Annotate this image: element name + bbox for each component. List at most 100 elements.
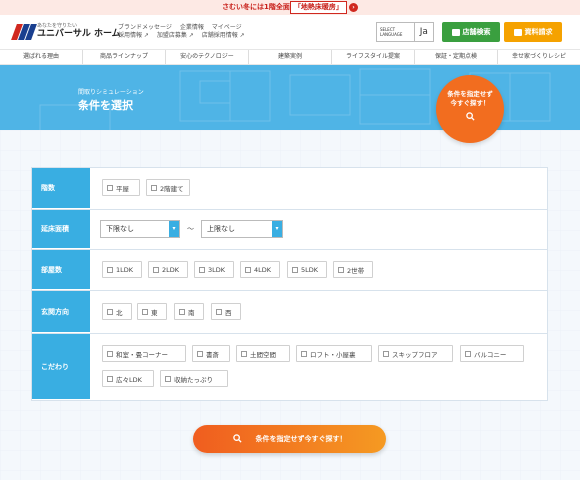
- checkbox-3ldk[interactable]: 3LDK: [194, 261, 234, 278]
- option-label: 収納たっぷり: [174, 375, 213, 384]
- chevron-down-icon: ▾: [169, 221, 179, 237]
- checkbox-icon: [241, 350, 247, 357]
- option-label: 2LDK: [162, 265, 180, 274]
- checkbox-flat[interactable]: 平屋: [102, 179, 140, 196]
- link-store-recruit[interactable]: 店舗採用情報 ↗: [202, 32, 245, 39]
- request-brochure-button[interactable]: 資料請求: [504, 22, 562, 42]
- logo[interactable]: あなたを守りたい ユニバーサル ホーム: [11, 23, 121, 40]
- checkbox-west[interactable]: 西: [211, 303, 241, 320]
- option-label: バルコニー: [474, 350, 507, 359]
- option-label: 和室・畳コーナー: [116, 350, 168, 359]
- promo-banner[interactable]: さむい冬には1階全面 「地熱床暖房」 ›: [0, 0, 580, 15]
- checkbox-icon: [107, 308, 113, 315]
- store-search-button[interactable]: 店舗検索: [442, 22, 500, 42]
- area-max-value: 上限なし: [207, 225, 235, 233]
- request-brochure-label: 資料請求: [524, 28, 553, 36]
- condition-form: 階数 平屋 2階建て 延床面積 下限なし ▾ 〜 上限なし ▾ 部屋数 1LDK 2…: [31, 167, 548, 401]
- gnav-item-warranty[interactable]: 保証・定期点検: [414, 50, 497, 64]
- option-label: 広々LDK: [116, 375, 142, 384]
- checkbox-icon: [338, 266, 344, 273]
- checkbox-icon: [151, 184, 157, 191]
- option-label: 3LDK: [208, 265, 226, 274]
- link-franchise[interactable]: 加盟店募集 ↗: [157, 32, 194, 39]
- language-value: Ja: [413, 23, 433, 41]
- checkbox-tatami[interactable]: 和室・畳コーナー: [102, 345, 186, 362]
- checkbox-4ldk[interactable]: 4LDK: [240, 261, 280, 278]
- gnav-item-technology[interactable]: 安心のテクノロジー: [165, 50, 248, 64]
- circle-line1: 条件を指定せず: [447, 90, 493, 98]
- gnav-item-lifestyle[interactable]: ライフスタイル提案: [331, 50, 414, 64]
- link-brand-message[interactable]: ブランドメッセージ: [118, 24, 172, 31]
- label-rooms: 部屋数: [32, 250, 90, 290]
- area-max-select[interactable]: 上限なし ▾: [201, 220, 283, 238]
- search-icon: [232, 433, 242, 445]
- row-features: こだわり 和室・畳コーナー 書斎 土間空間 ロフト・小屋裏 スキップフロア バル…: [32, 334, 547, 400]
- row-rooms: 部屋数 1LDK 2LDK 3LDK 4LDK 5LDK 2世帯: [32, 250, 547, 291]
- option-label: 南: [188, 308, 195, 317]
- label-entrance: 玄関方向: [32, 291, 90, 333]
- search-now-label: 条件を指定せず今すぐ探す！: [255, 435, 347, 443]
- option-label: 2世帯: [347, 266, 365, 275]
- checkbox-2household[interactable]: 2世帯: [333, 261, 373, 278]
- checkbox-doma[interactable]: 土間空間: [236, 345, 290, 362]
- option-label: スキップフロア: [392, 350, 438, 359]
- checkbox-north[interactable]: 北: [102, 303, 132, 320]
- checkbox-south[interactable]: 南: [174, 303, 204, 320]
- chevron-down-icon: ▾: [272, 221, 282, 237]
- arrow-right-icon[interactable]: ›: [348, 2, 358, 12]
- global-nav: 選ばれる理由 商品ラインナップ 安心のテクノロジー 建築実例 ライフスタイル提案…: [0, 49, 580, 65]
- checkbox-icon: [199, 266, 205, 273]
- option-label: 土間空間: [250, 350, 276, 359]
- language-selector[interactable]: SELECT LANGUAGE Ja: [376, 22, 434, 42]
- utility-links: ブランドメッセージ 企業情報 マイページ 採用情報 ↗ 加盟店募集 ↗ 店舗採用…: [118, 24, 251, 40]
- gnav-item-lineup[interactable]: 商品ラインナップ: [82, 50, 165, 64]
- search-icon: [436, 112, 504, 123]
- gnav-item-recipe[interactable]: 幸せ家づくりレシピ: [497, 50, 580, 64]
- checkbox-1ldk[interactable]: 1LDK: [102, 261, 142, 278]
- row-entrance: 玄関方向 北 東 南 西: [32, 291, 547, 334]
- promo-highlight: 「地熱床暖房」: [289, 1, 347, 14]
- promo-text: さむい冬には1階全面: [222, 3, 290, 11]
- gnav-item-reasons[interactable]: 選ばれる理由: [0, 50, 82, 64]
- link-mypage[interactable]: マイページ: [212, 24, 242, 31]
- checkbox-skip-floor[interactable]: スキップフロア: [378, 345, 453, 362]
- option-label: 1LDK: [116, 265, 134, 274]
- option-label: 書斎: [206, 350, 219, 359]
- checkbox-icon: [292, 266, 298, 273]
- checkbox-icon: [465, 350, 471, 357]
- checkbox-icon: [142, 308, 148, 315]
- search-now-circle-button[interactable]: 条件を指定せず 今すぐ探す！: [436, 75, 504, 143]
- link-recruit[interactable]: 採用情報 ↗: [118, 32, 149, 39]
- site-header: あなたを守りたい ユニバーサル ホーム ブランドメッセージ 企業情報 マイページ…: [0, 15, 580, 49]
- option-label: 2階建て: [160, 184, 184, 193]
- checkbox-balcony[interactable]: バルコニー: [460, 345, 524, 362]
- gnav-item-examples[interactable]: 建築実例: [248, 50, 331, 64]
- option-label: 平屋: [116, 184, 129, 193]
- checkbox-2story[interactable]: 2階建て: [146, 179, 190, 196]
- checkbox-2ldk[interactable]: 2LDK: [148, 261, 188, 278]
- circle-line2: 今すぐ探す！: [450, 99, 490, 107]
- checkbox-wide-ldk[interactable]: 広々LDK: [102, 370, 154, 387]
- checkbox-icon: [301, 350, 307, 357]
- option-label: 北: [116, 308, 123, 317]
- store-search-label: 店舗検索: [462, 28, 491, 36]
- link-company[interactable]: 企業情報: [180, 24, 204, 31]
- checkbox-east[interactable]: 東: [137, 303, 167, 320]
- checkbox-study[interactable]: 書斎: [192, 345, 230, 362]
- option-label: 西: [225, 308, 232, 317]
- option-label: 東: [151, 308, 158, 317]
- search-now-button[interactable]: 条件を指定せず今すぐ探す！: [193, 425, 386, 453]
- checkbox-storage[interactable]: 収納たっぷり: [160, 370, 228, 387]
- page-title: 条件を選択: [78, 99, 133, 112]
- row-area: 延床面積 下限なし ▾ 〜 上限なし ▾: [32, 210, 547, 250]
- house-icon: [451, 28, 460, 36]
- checkbox-icon: [107, 375, 113, 382]
- checkbox-loft[interactable]: ロフト・小屋裏: [296, 345, 372, 362]
- label-features: こだわり: [32, 334, 90, 400]
- area-min-value: 下限なし: [106, 225, 134, 233]
- label-floors: 階数: [32, 168, 90, 209]
- checkbox-icon: [245, 266, 251, 273]
- area-min-select[interactable]: 下限なし ▾: [100, 220, 180, 238]
- logo-mark-icon: [11, 23, 37, 40]
- checkbox-5ldk[interactable]: 5LDK: [287, 261, 327, 278]
